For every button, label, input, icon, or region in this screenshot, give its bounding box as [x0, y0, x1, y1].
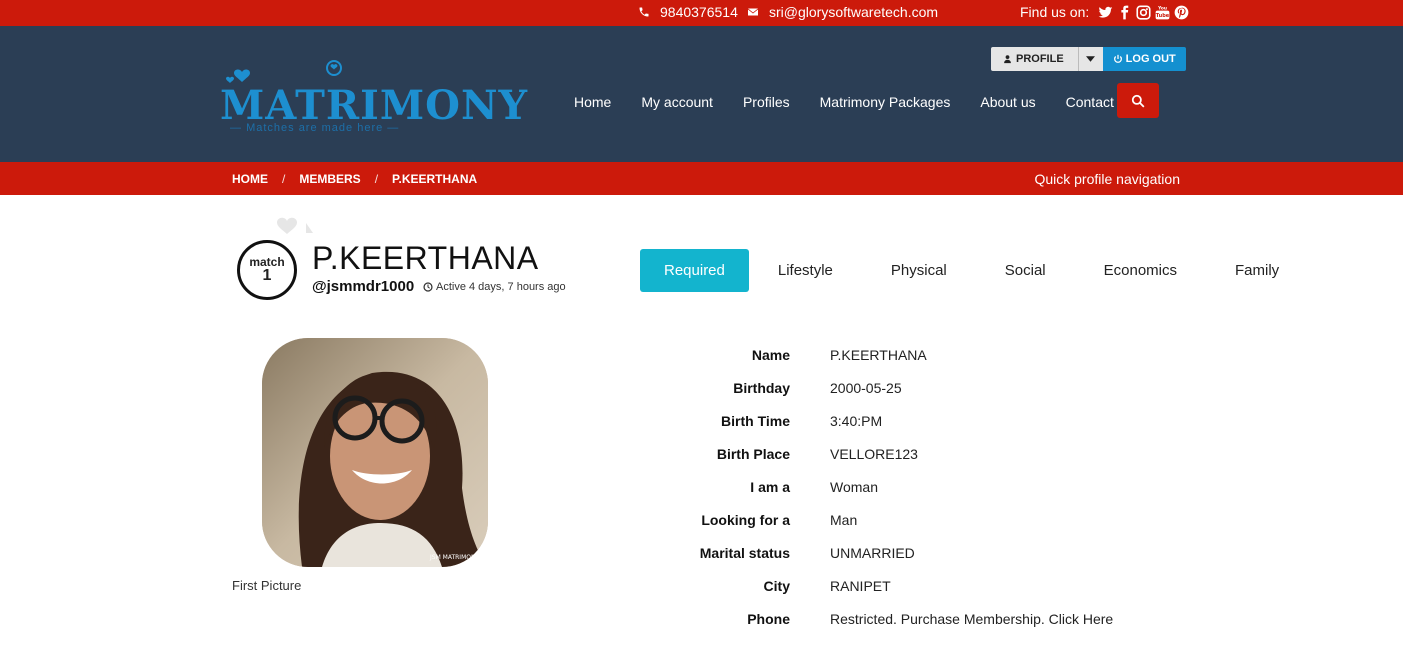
detail-label: I am a	[750, 478, 790, 495]
breadcrumb-separator: /	[374, 172, 379, 186]
power-icon	[1113, 54, 1122, 63]
detail-row: Name P.KEERTHANA	[640, 338, 1160, 371]
email-address: sri@glorysoftwaretech.com	[769, 4, 939, 20]
profile-dropdown-toggle[interactable]	[1078, 47, 1103, 71]
tab-economics[interactable]: Economics	[1075, 249, 1206, 292]
find-us-label: Find us on:	[1020, 4, 1090, 20]
email-contact[interactable]: sri@glorysoftwaretech.com	[747, 4, 938, 20]
nav-matrimony-packages[interactable]: Matrimony Packages	[820, 94, 951, 110]
detail-row: I am a Woman	[640, 470, 1160, 503]
search-button[interactable]	[1117, 83, 1159, 118]
portrait-image: JSM MATRIMONY	[262, 338, 488, 567]
user-icon	[1004, 55, 1011, 64]
breadcrumb-home[interactable]: HOME	[232, 172, 268, 186]
pinterest-icon[interactable]	[1174, 5, 1189, 20]
svg-text:You: You	[1157, 5, 1167, 11]
detail-row: Phone Restricted. Purchase Membership. Cl…	[640, 602, 1160, 635]
clock-icon	[423, 282, 433, 292]
detail-value: 3:40:PM	[830, 412, 883, 429]
profile-photo[interactable]: JSM MATRIMONY	[262, 338, 488, 567]
site-logo[interactable]: MATRIMONY — Matches are made here —	[220, 58, 527, 140]
breadcrumb-separator: /	[282, 172, 286, 186]
profile-name: P.KEERTHANA	[312, 240, 539, 276]
detail-row: City RANIPET	[640, 569, 1160, 602]
phone-icon	[639, 7, 649, 17]
detail-label: Birthday	[733, 379, 790, 396]
nav-my-account[interactable]: My account	[641, 94, 713, 110]
detail-label: Name	[751, 346, 790, 363]
detail-value: VELLORE123	[830, 445, 918, 462]
twitter-icon[interactable]	[1098, 5, 1113, 20]
tab-lifestyle[interactable]: Lifestyle	[749, 249, 862, 292]
detail-label: Looking for a	[701, 511, 790, 528]
breadcrumb-bar: HOME / MEMBERS / P.KEERTHANA Quick profi…	[0, 162, 1403, 195]
detail-row: Birth Place VELLORE123	[640, 437, 1160, 470]
hearts-decoration-icon	[277, 217, 313, 234]
breadcrumb-current: P.KEERTHANA	[392, 172, 478, 186]
main-nav: Home My account Profiles Matrimony Packa…	[574, 94, 1114, 110]
detail-value: Man	[830, 511, 858, 528]
profile-username: @jsmmdr1000	[312, 278, 415, 295]
nav-about-us[interactable]: About us	[980, 94, 1035, 110]
detail-label: Phone	[747, 610, 790, 627]
instagram-icon[interactable]	[1136, 4, 1151, 20]
detail-row: Looking for a Man	[640, 503, 1160, 536]
last-active: Active 4 days, 7 hours ago	[423, 281, 566, 293]
logo-tagline: — Matches are made here —	[230, 122, 400, 134]
detail-value: P.KEERTHANA	[830, 346, 927, 363]
profile-details: Name P.KEERTHANA Birthday 2000-05-25 Birth…	[640, 338, 1160, 635]
photo-watermark: JSM MATRIMONY	[429, 554, 479, 561]
detail-row: Marital status UNMARRIED	[640, 536, 1160, 569]
detail-row: Birthday 2000-05-25	[640, 371, 1160, 404]
site-header: MATRIMONY — Matches are made here — PROF…	[0, 26, 1403, 162]
detail-label: Birth Time	[721, 412, 790, 429]
match-badge: match 1	[237, 240, 297, 300]
detail-row: Birth Time 3:40:PM	[640, 404, 1160, 437]
quick-profile-navigation[interactable]: Quick profile navigation	[1034, 171, 1180, 187]
caret-down-icon	[1086, 56, 1096, 62]
envelope-icon	[748, 8, 758, 16]
search-icon	[1131, 94, 1145, 107]
breadcrumb-members[interactable]: MEMBERS	[299, 172, 360, 186]
detail-label: Marital status	[699, 544, 790, 561]
account-actions: PROFILE LOG OUT	[991, 47, 1186, 71]
svg-text:Tube: Tube	[1156, 13, 1170, 19]
youtube-icon[interactable]: You Tube	[1155, 5, 1170, 20]
phone-restricted-link[interactable]: Restricted. Purchase Membership. Click H…	[830, 611, 1113, 627]
phone-number: 9840376514	[660, 4, 738, 20]
breadcrumb: HOME / MEMBERS / P.KEERTHANA	[232, 172, 477, 186]
profile-button[interactable]: PROFILE	[991, 47, 1079, 71]
detail-label: City	[763, 577, 790, 594]
tab-required[interactable]: Required	[640, 249, 749, 292]
detail-value: Woman	[830, 478, 878, 495]
detail-value: UNMARRIED	[830, 544, 915, 561]
detail-label: Birth Place	[716, 445, 790, 462]
tab-social[interactable]: Social	[976, 249, 1075, 292]
detail-value: 2000-05-25	[830, 379, 902, 396]
phone-contact[interactable]: 9840376514	[638, 4, 738, 20]
photo-caption: First Picture	[232, 578, 302, 593]
nav-home[interactable]: Home	[574, 94, 611, 110]
top-contact-bar: 9840376514 sri@glorysoftwaretech.com Fin…	[0, 0, 1403, 26]
detail-value: RANIPET	[830, 577, 891, 594]
logout-button[interactable]: LOG OUT	[1102, 47, 1186, 71]
match-number: 1	[262, 267, 272, 284]
facebook-icon[interactable]	[1117, 5, 1132, 20]
tab-family[interactable]: Family	[1206, 249, 1308, 292]
nav-profiles[interactable]: Profiles	[743, 94, 790, 110]
profile-tabs: Required Lifestyle Physical Social Econo…	[640, 249, 1308, 292]
tab-physical[interactable]: Physical	[862, 249, 976, 292]
social-links: Find us on: You Tube	[1020, 4, 1189, 20]
nav-contact[interactable]: Contact	[1066, 94, 1114, 110]
